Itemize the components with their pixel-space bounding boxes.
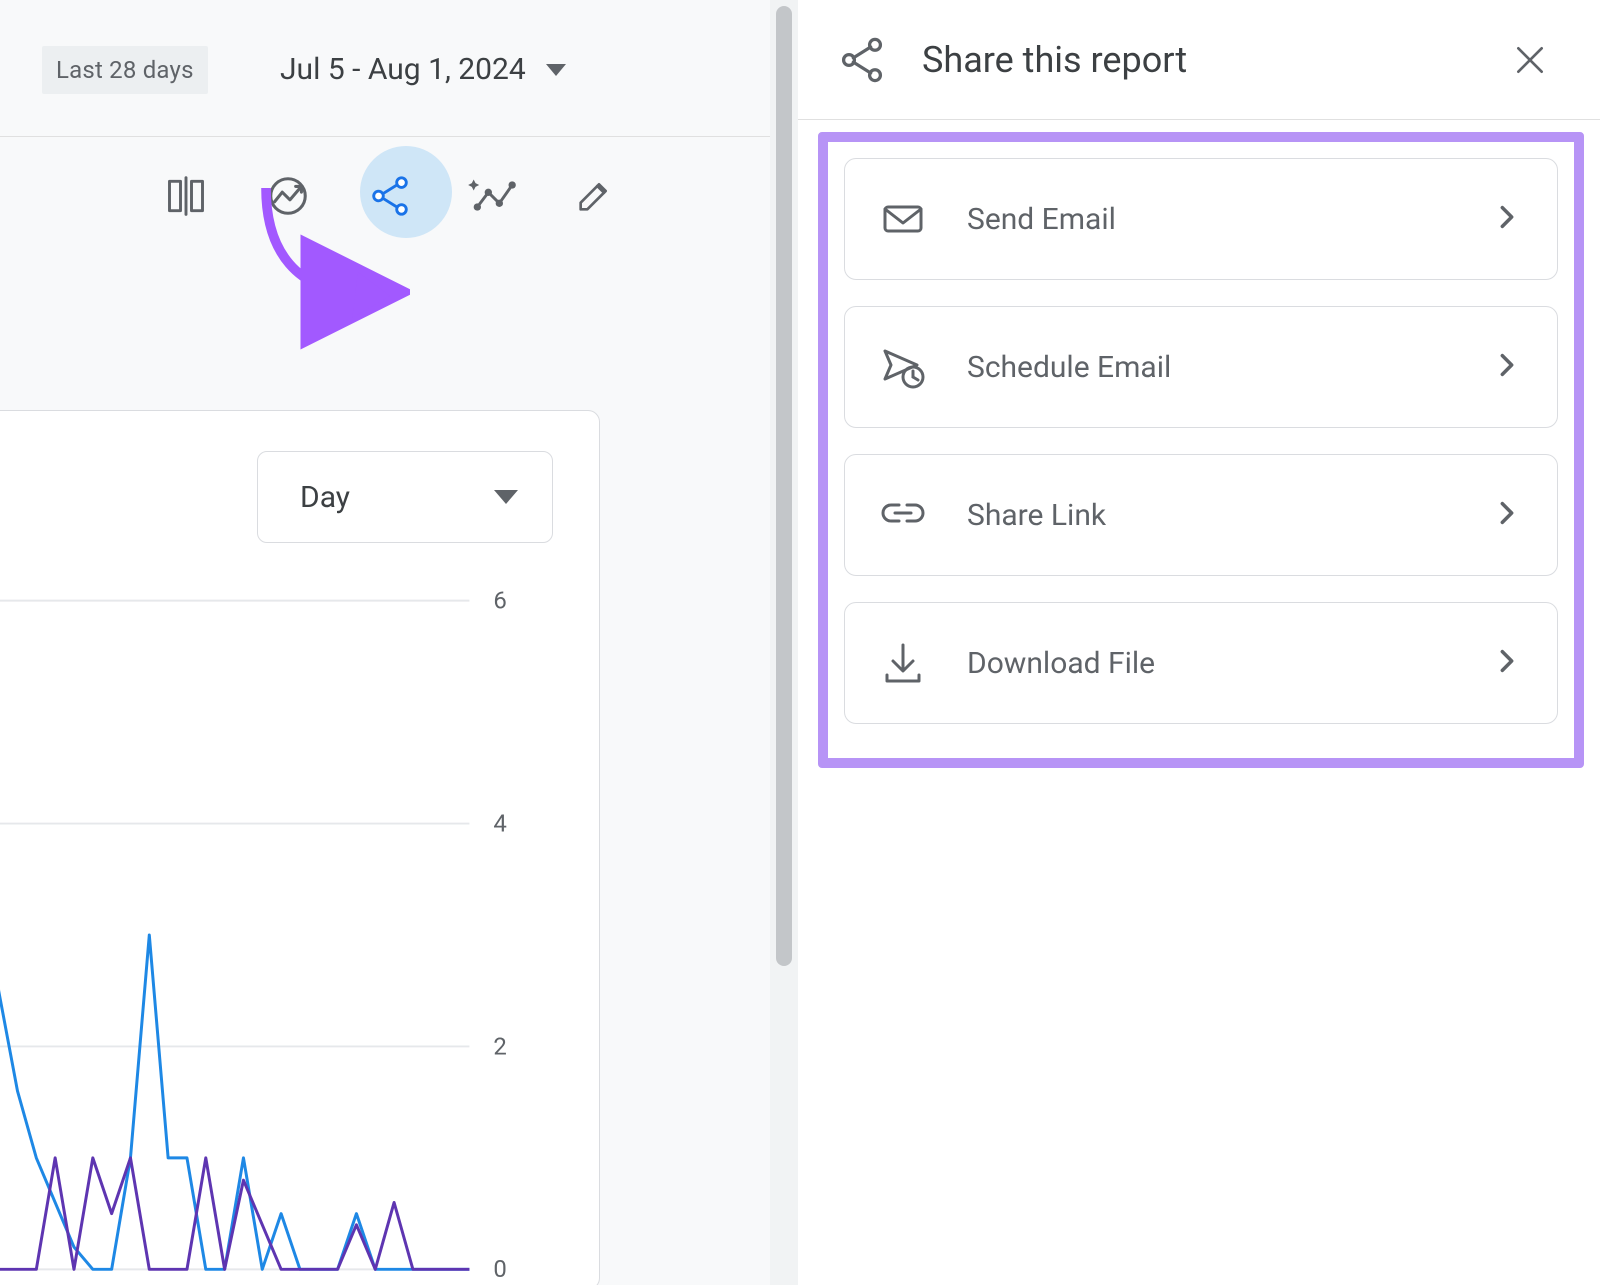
scrollbar-thumb[interactable] [776,6,792,966]
chevron-right-icon [1493,647,1521,679]
date-range-picker[interactable]: Jul 5 - Aug 1, 2024 [280,52,566,87]
download-file-option[interactable]: Download File [844,602,1558,724]
option-label: Share Link [967,498,1493,533]
svg-text:4: 4 [493,810,506,838]
caret-down-icon [546,64,566,76]
report-area: Last 28 days Jul 5 - Aug 1, 2024 [0,0,770,1285]
svg-text:6: 6 [493,587,506,615]
granularity-value: Day [300,480,350,515]
panel-header: Share this report [798,0,1600,120]
close-button[interactable] [1506,36,1554,84]
share-report-button[interactable] [360,166,420,226]
compare-toggle-button[interactable] [156,166,216,226]
insights-button[interactable] [258,166,318,226]
line-chart: 0 2 4 6 [0,581,599,1285]
share-panel: Share this report Send Email [798,0,1600,1285]
link-icon [879,491,927,539]
share-icon [836,34,888,86]
vertical-scrollbar[interactable] [770,0,798,1285]
date-range-text: Jul 5 - Aug 1, 2024 [280,52,526,87]
download-icon [879,639,927,687]
date-range-bar: Last 28 days Jul 5 - Aug 1, 2024 [0,0,770,136]
svg-text:2: 2 [493,1032,506,1060]
option-label: Schedule Email [967,350,1493,385]
anomaly-trends-button[interactable] [462,166,522,226]
chevron-right-icon [1493,499,1521,531]
caret-down-icon [494,490,518,504]
option-label: Download File [967,646,1493,681]
granularity-select[interactable]: Day [257,451,553,543]
date-range-preset-badge[interactable]: Last 28 days [42,46,208,94]
email-icon [879,195,927,243]
chevron-right-icon [1493,351,1521,383]
schedule-send-icon [879,343,927,391]
share-options-list: Send Email Schedule Email [818,132,1584,768]
share-link-option[interactable]: Share Link [844,454,1558,576]
chevron-right-icon [1493,203,1521,235]
send-email-option[interactable]: Send Email [844,158,1558,280]
panel-title: Share this report [922,39,1506,81]
report-toolbar [0,136,770,276]
schedule-email-option[interactable]: Schedule Email [844,306,1558,428]
option-label: Send Email [967,202,1493,237]
svg-text:0: 0 [493,1255,506,1283]
chart-card: Day 0 2 4 6 [0,410,600,1285]
edit-button[interactable] [564,166,624,226]
